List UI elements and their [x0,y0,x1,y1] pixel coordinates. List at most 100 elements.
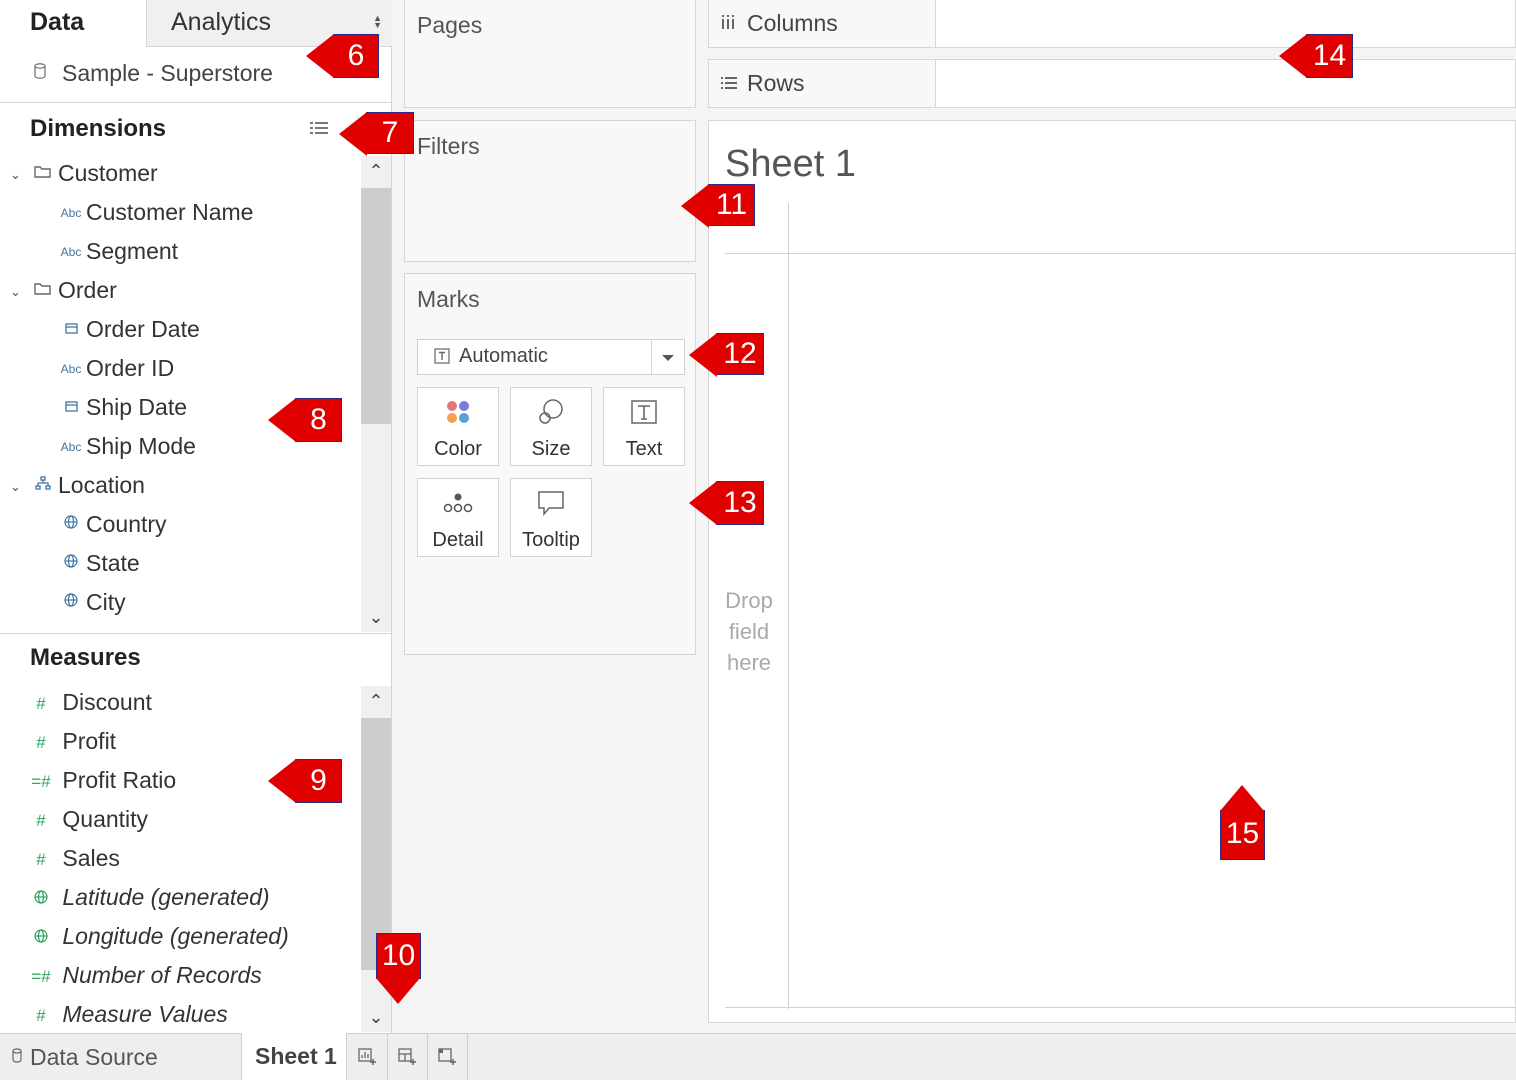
data-source-tab[interactable]: Data Source [0,1034,240,1080]
new-dashboard-button[interactable] [388,1034,428,1080]
sheet-tab-bar: Data Source Sheet 1 [0,1033,1516,1080]
folder-label: Order [58,277,117,303]
field-label: Customer Name [86,199,254,225]
measures-title: Measures [30,644,141,671]
tooltip-button[interactable]: Tooltip [510,478,592,557]
field-country[interactable]: Country [10,505,360,544]
text-mark-icon [434,348,450,369]
field-label: Ship Date [86,394,188,420]
dropdown-caret-icon[interactable] [651,340,684,374]
dimensions-scrollbar[interactable]: ⌃ ⌄ [361,156,391,632]
color-icon [418,398,498,428]
callout-11: 11 [681,184,755,228]
folder-order[interactable]: ⌄ Order [10,271,360,310]
field-latitude[interactable]: Latitude (generated) [26,878,360,917]
scroll-down-icon[interactable]: ⌄ [361,602,391,632]
field-label: Measure Values [62,1001,228,1027]
detail-label: Detail [432,529,484,551]
field-label: City [86,589,126,615]
field-label: Discount [62,689,152,715]
new-dashboard-icon [398,1048,418,1071]
field-sales[interactable]: # Sales [26,839,360,878]
folder-location[interactable]: ⌄ Location [10,466,360,505]
callout-6: 6 [306,34,379,78]
new-story-button[interactable] [428,1034,468,1080]
data-source-tab-label: Data Source [30,1044,158,1070]
folder-icon [28,155,58,194]
field-label: Ship Mode [86,433,196,459]
filters-title: Filters [417,133,480,159]
field-discount[interactable]: # Discount [26,683,360,722]
chevron-down-icon[interactable]: ⌄ [10,272,28,311]
field-label: State [86,550,140,576]
marks-card: Marks Automatic Color Size Text Detail T… [404,273,696,655]
columns-shelf[interactable]: Columns [708,0,1516,48]
field-profit[interactable]: # Profit [26,722,360,761]
detail-button[interactable]: Detail [417,478,499,557]
view-canvas[interactable]: Sheet 1 Drop field here [708,120,1516,1023]
tab-scroll-icon[interactable]: ▲ ▼ [373,14,382,30]
measures-list: # Discount # Profit =# Profit Ratio # Qu… [26,683,360,1034]
size-button[interactable]: Size [510,387,592,466]
callout-10: 10 [376,933,421,1004]
field-quantity[interactable]: # Quantity [26,800,360,839]
mark-type-dropdown[interactable]: Automatic [417,339,685,375]
rows-drop-zone[interactable] [935,60,1515,107]
field-label: Profit Ratio [62,767,177,793]
rows-icon [721,76,737,95]
divider [0,633,391,634]
text-icon [604,398,684,428]
tooltip-icon [511,489,591,519]
folder-customer[interactable]: ⌄ Customer [10,154,360,193]
pages-card[interactable]: Pages [404,0,696,108]
filters-card[interactable]: Filters [404,120,696,262]
field-label: Order ID [86,355,175,381]
field-label: Latitude (generated) [62,884,270,910]
field-label: Country [86,511,167,537]
field-state[interactable]: State [10,544,360,583]
field-city[interactable]: City [10,583,360,622]
scroll-up-icon[interactable]: ⌃ [361,686,391,716]
folder-label: Location [58,472,145,498]
field-customer-name[interactable]: Abc Customer Name [10,193,360,232]
field-order-id[interactable]: Abc Order ID [10,349,360,388]
tab-data[interactable]: Data [0,0,146,47]
callout-9: 9 [268,759,342,803]
scroll-thumb[interactable] [361,188,391,424]
globe-icon [56,584,86,623]
view-list-icon[interactable] [310,121,328,140]
marks-title: Marks [417,286,480,312]
database-icon [34,63,46,84]
globe-icon [26,918,56,957]
field-longitude[interactable]: Longitude (generated) [26,917,360,956]
callout-14: 14 [1279,34,1353,78]
new-worksheet-button[interactable] [348,1034,388,1080]
callout-7: 7 [339,112,414,156]
field-measure-values[interactable]: # Measure Values [26,995,360,1034]
chevron-down-icon[interactable]: ⌄ [10,155,28,194]
string-type-icon: Abc [60,362,82,377]
detail-icon [418,489,498,519]
tab-analytics-label: Analytics [171,8,272,36]
text-button[interactable]: Text [603,387,685,466]
scroll-down-icon[interactable]: ⌄ [361,1002,391,1032]
number-icon: # [36,694,46,714]
field-segment[interactable]: Abc Segment [10,232,360,271]
column-axis-divider [725,253,1516,254]
field-order-date[interactable]: Order Date [10,310,360,349]
scroll-up-icon[interactable]: ⌃ [361,156,391,186]
dimensions-title: Dimensions [30,115,167,142]
drop-field-hint[interactable]: Drop field here [709,585,789,678]
field-number-of-records[interactable]: =# Number of Records [26,956,360,995]
color-button[interactable]: Color [417,387,499,466]
field-label: Longitude (generated) [62,923,289,949]
columns-drop-zone[interactable] [935,0,1515,47]
columns-icon [721,14,735,35]
sheet-tab-active[interactable]: Sheet 1 [241,1033,347,1080]
field-label: Number of Records [62,962,262,988]
chevron-down-icon[interactable]: ⌄ [10,467,28,506]
field-label: Sales [62,845,120,871]
number-icon: # [36,811,46,831]
new-story-icon [438,1048,458,1071]
rows-shelf[interactable]: Rows [708,59,1516,108]
